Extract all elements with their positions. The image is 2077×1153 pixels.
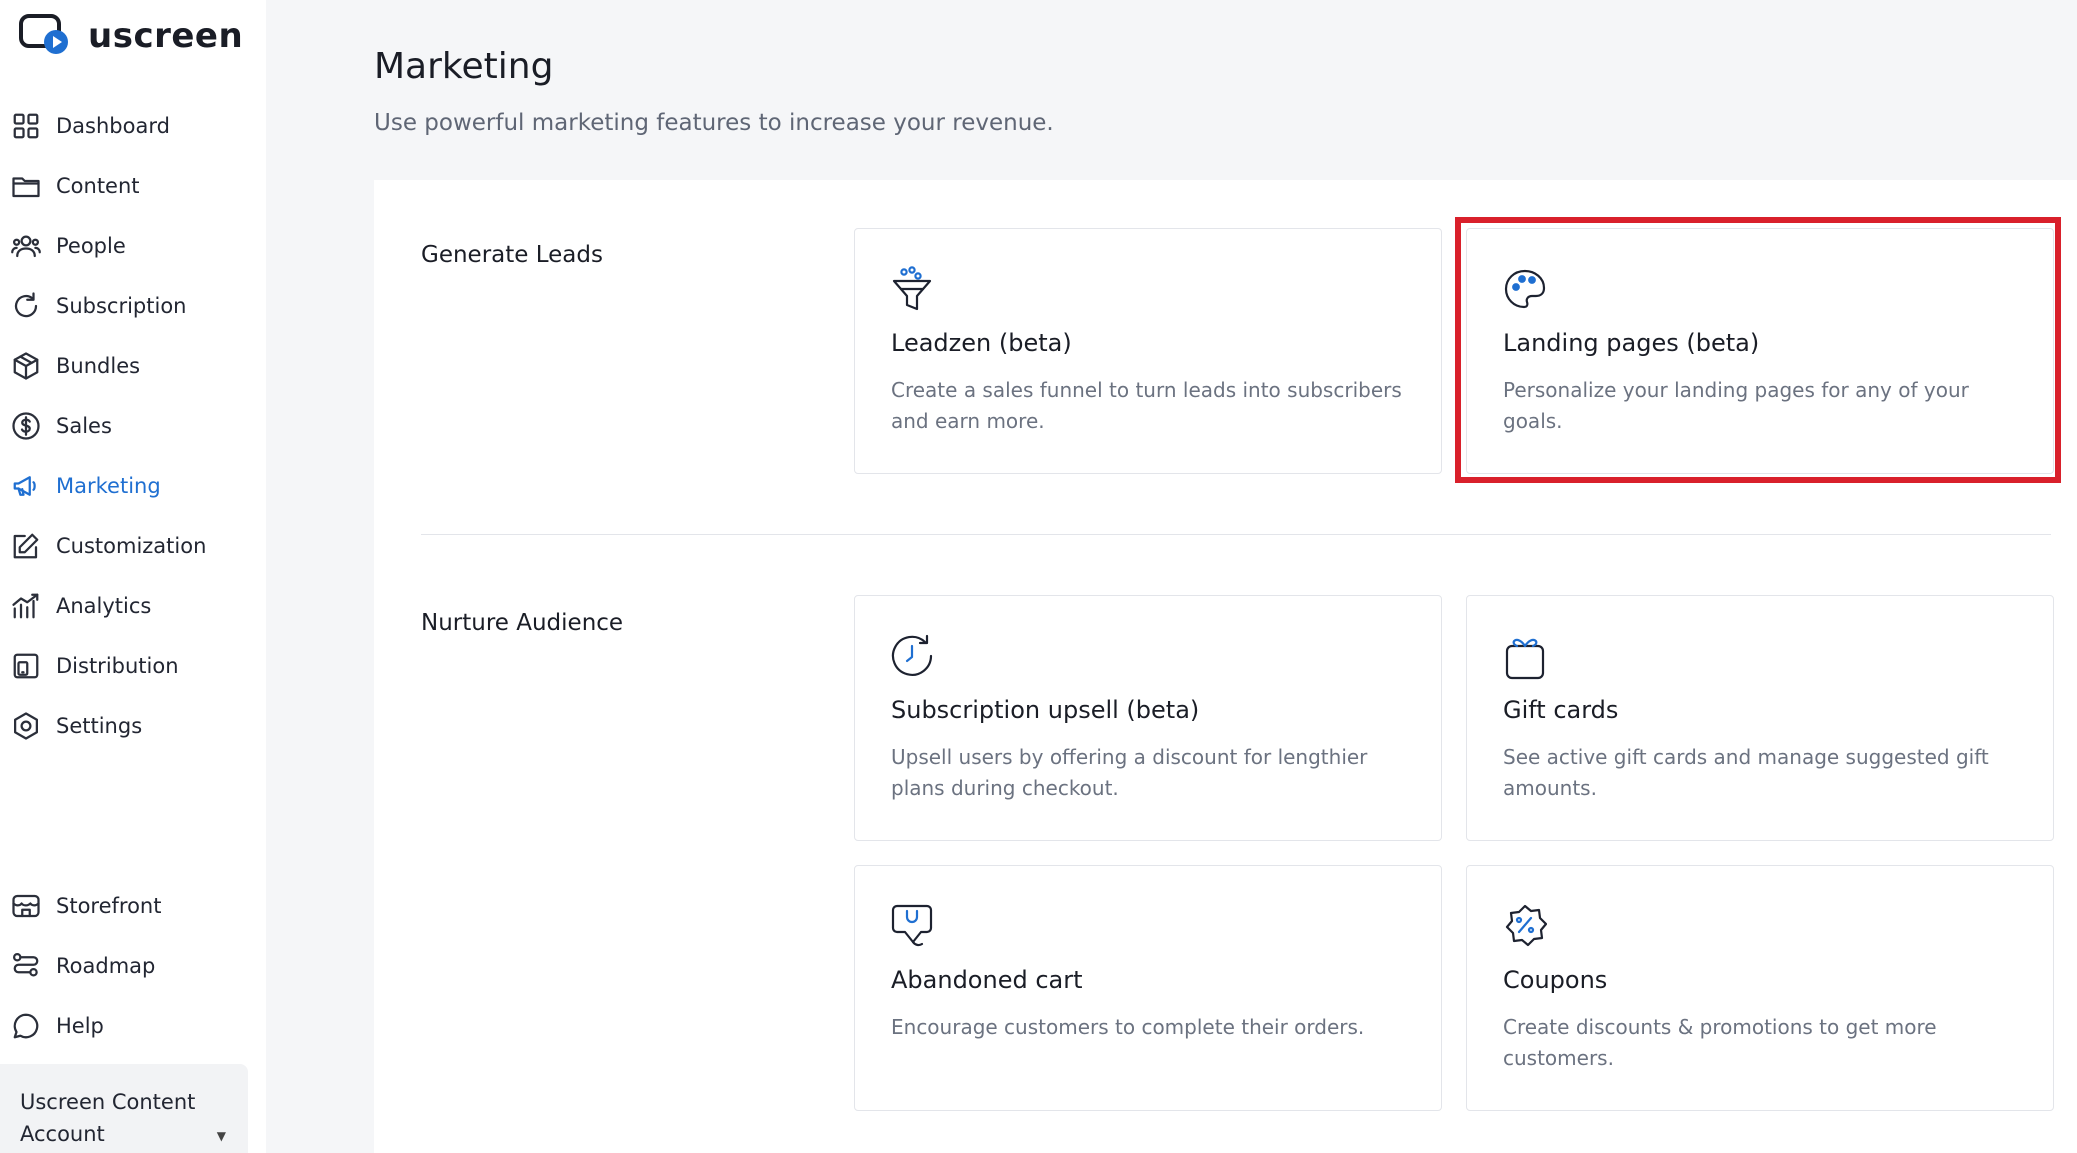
funnel-icon — [891, 265, 935, 313]
main-content: Marketing Use powerful marketing feature… — [266, 0, 2077, 1153]
caret-down-icon: ▼ — [216, 1129, 226, 1143]
card-description: Upsell users by offering a discount for … — [891, 745, 1368, 800]
refresh-icon — [10, 290, 42, 322]
dollar-icon — [10, 410, 42, 442]
card-description: Create discounts & promotions to get mor… — [1503, 1015, 1937, 1070]
card-title: Abandoned cart — [891, 966, 1083, 994]
palette-icon — [1503, 265, 1547, 313]
sidebar-item-subscription[interactable]: Subscription — [0, 276, 266, 336]
folder-icon — [10, 170, 42, 202]
sidebar-item-label: Bundles — [56, 354, 141, 378]
sidebar-item-label: Help — [56, 1014, 104, 1038]
gear-icon — [10, 710, 42, 742]
sidebar-item-label: Settings — [56, 714, 143, 738]
sidebar-item-label: Roadmap — [56, 954, 156, 978]
brand-name: uscreen — [88, 16, 244, 56]
sidebar-item-bundles[interactable]: Bundles — [0, 336, 266, 396]
chart-icon — [10, 590, 42, 622]
gift-icon — [1503, 632, 1547, 680]
chat-icon — [10, 1010, 42, 1042]
card-description: See active gift cards and manage suggest… — [1503, 745, 1989, 800]
features-panel: Generate Leads Leadzen (beta) Create a s… — [374, 180, 2077, 1153]
card-landing-pages[interactable]: Landing pages (beta) Personalize your la… — [1466, 228, 2054, 474]
sidebar: uscreen Dashboard Content People Subscri… — [0, 0, 266, 1153]
card-abandoned-cart[interactable]: Abandoned cart Encourage customers to co… — [854, 865, 1442, 1111]
roadmap-icon — [10, 950, 42, 982]
megaphone-icon — [10, 470, 42, 502]
sidebar-item-distribution[interactable]: Distribution — [0, 636, 266, 696]
card-subscription-upsell[interactable]: Subscription upsell (beta) Upsell users … — [854, 595, 1442, 841]
sidebar-item-label: Customization — [56, 534, 207, 558]
card-leadzen[interactable]: Leadzen (beta) Create a sales funnel to … — [854, 228, 1442, 474]
coupon-icon — [1503, 902, 1548, 950]
app-root: uscreen Dashboard Content People Subscri… — [0, 0, 2077, 1153]
account-name-line1: Uscreen Content — [20, 1090, 196, 1114]
account-name-line2: Account — [20, 1122, 105, 1146]
edit-icon — [10, 530, 42, 562]
people-icon — [10, 230, 42, 262]
sidebar-item-label: Content — [56, 174, 140, 198]
sidebar-item-label: Dashboard — [56, 114, 170, 138]
uscreen-logo-icon — [18, 12, 74, 60]
sidebar-item-label: Analytics — [56, 594, 152, 618]
sidebar-item-help[interactable]: Help — [0, 996, 266, 1056]
card-description: Personalize your landing pages for any o… — [1503, 378, 1969, 433]
card-title: Leadzen (beta) — [891, 329, 1072, 357]
sidebar-item-label: Marketing — [56, 474, 161, 498]
store-icon — [10, 890, 42, 922]
clock-refresh-icon — [891, 632, 935, 680]
sidebar-item-label: Storefront — [56, 894, 162, 918]
sidebar-item-customization[interactable]: Customization — [0, 516, 266, 576]
sidebar-bottom-nav: Storefront Roadmap Help — [0, 876, 266, 1056]
sidebar-item-storefront[interactable]: Storefront — [0, 876, 266, 936]
card-title: Coupons — [1503, 966, 1608, 994]
card-description: Encourage customers to complete their or… — [891, 1015, 1365, 1039]
card-description: Create a sales funnel to turn leads into… — [891, 378, 1402, 433]
sidebar-nav: Dashboard Content People Subscription Bu… — [0, 96, 266, 756]
box-icon — [10, 350, 42, 382]
sidebar-item-sales[interactable]: Sales — [0, 396, 266, 456]
sidebar-item-label: Distribution — [56, 654, 179, 678]
sidebar-item-label: Subscription — [56, 294, 187, 318]
logo[interactable]: uscreen — [18, 12, 243, 60]
sidebar-item-settings[interactable]: Settings — [0, 696, 266, 756]
sidebar-item-roadmap[interactable]: Roadmap — [0, 936, 266, 996]
sidebar-item-analytics[interactable]: Analytics — [0, 576, 266, 636]
section-title-nurture-audience: Nurture Audience — [421, 610, 624, 636]
grid-icon — [10, 110, 42, 142]
devices-icon — [10, 650, 42, 682]
page-title: Marketing — [374, 46, 554, 87]
card-title: Subscription upsell (beta) — [891, 696, 1200, 724]
account-switcher[interactable]: Uscreen Content Account ▼ — [0, 1064, 248, 1153]
sidebar-item-dashboard[interactable]: Dashboard — [0, 96, 266, 156]
card-gift-cards[interactable]: Gift cards See active gift cards and man… — [1466, 595, 2054, 841]
cart-icon — [891, 902, 935, 950]
section-title-generate-leads: Generate Leads — [421, 242, 603, 268]
card-title: Landing pages (beta) — [1503, 329, 1760, 357]
section-divider — [421, 534, 2051, 535]
sidebar-item-marketing[interactable]: Marketing — [0, 456, 266, 516]
sidebar-item-label: Sales — [56, 414, 112, 438]
page-subtitle: Use powerful marketing features to incre… — [374, 110, 1054, 136]
card-title: Gift cards — [1503, 696, 1619, 724]
sidebar-item-content[interactable]: Content — [0, 156, 266, 216]
sidebar-item-label: People — [56, 234, 126, 258]
sidebar-item-people[interactable]: People — [0, 216, 266, 276]
card-coupons[interactable]: Coupons Create discounts & promotions to… — [1466, 865, 2054, 1111]
